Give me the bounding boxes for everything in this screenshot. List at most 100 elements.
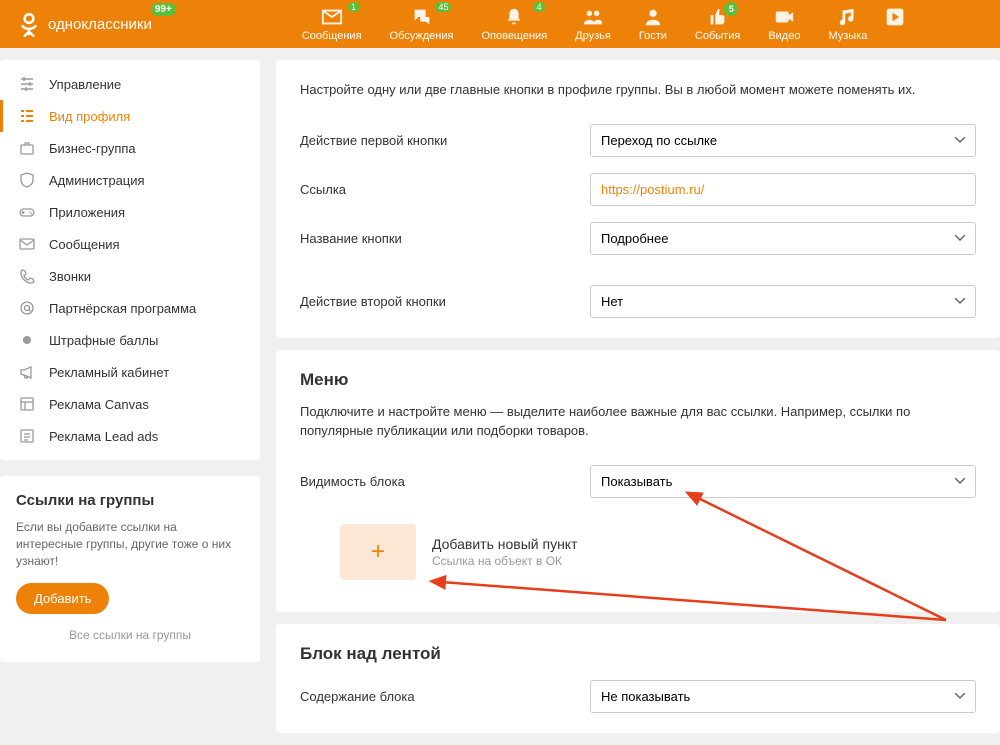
visibility-label: Видимость блока: [300, 474, 590, 489]
chat-icon: [411, 6, 433, 28]
video-icon: [773, 6, 795, 28]
guest-icon: [642, 6, 664, 28]
briefcase-icon: [19, 140, 35, 156]
plus-icon[interactable]: +: [340, 524, 416, 580]
main-container: Управление Вид профиля Бизнес-группа Адм…: [0, 48, 1000, 745]
add-item-title: Добавить новый пункт: [432, 536, 578, 552]
add-link-button[interactable]: Добавить: [16, 583, 109, 614]
nav-video[interactable]: Видео: [768, 6, 800, 42]
add-item-sub: Ссылка на объект в ОК: [432, 554, 578, 568]
sidebar-item-label: Партнёрская программа: [49, 301, 196, 316]
above-feed-panel: Блок над лентой Содержание блока Не пока…: [276, 624, 1000, 733]
sidebar-item-canvas[interactable]: Реклама Canvas: [0, 388, 260, 420]
layout-icon: [19, 396, 35, 412]
sidebar-item-admin[interactable]: Администрация: [0, 164, 260, 196]
sliders-icon: [19, 76, 35, 92]
form-icon: [19, 428, 35, 444]
nav-friends[interactable]: Друзья: [575, 6, 611, 42]
name-select[interactable]: Подробнее: [590, 222, 976, 255]
action2-label: Действие второй кнопки: [300, 294, 590, 309]
name-label: Название кнопки: [300, 231, 590, 246]
dot-icon: [19, 332, 35, 348]
sidebar-item-profile-view[interactable]: Вид профиля: [0, 100, 260, 132]
sidebar-item-label: Бизнес-группа: [49, 141, 136, 156]
sidebar-item-label: Администрация: [49, 173, 145, 188]
action1-select[interactable]: Переход по ссылке: [590, 124, 976, 157]
nav-label: Обсуждения: [390, 30, 454, 42]
sidebar-item-label: Штрафные баллы: [49, 333, 158, 348]
links-title: Ссылки на группы: [16, 492, 244, 509]
nav-badge: 1: [348, 2, 360, 12]
gamepad-icon: [19, 204, 35, 220]
megaphone-icon: [19, 364, 35, 380]
sidebar-item-partner[interactable]: Партнёрская программа: [0, 292, 260, 324]
nav-messages[interactable]: 1 Сообщения: [302, 6, 362, 42]
action2-select[interactable]: Нет: [590, 285, 976, 318]
sidebar-item-calls[interactable]: Звонки: [0, 260, 260, 292]
sidebar-item-apps[interactable]: Приложения: [0, 196, 260, 228]
add-menu-item[interactable]: + Добавить новый пункт Ссылка на объект …: [300, 514, 976, 584]
sidebar-item-label: Звонки: [49, 269, 91, 284]
content-select[interactable]: Не показывать: [590, 680, 976, 713]
sidebar-item-messages[interactable]: Сообщения: [0, 228, 260, 260]
nav-label: События: [695, 30, 740, 42]
settings-sidebar: Управление Вид профиля Бизнес-группа Адм…: [0, 60, 260, 460]
nav-label: Сообщения: [302, 30, 362, 42]
music-icon: [837, 6, 859, 28]
bell-icon: [503, 6, 525, 28]
right-column: Настройте одну или две главные кнопки в …: [276, 60, 1000, 745]
shield-icon: [19, 172, 35, 188]
link-label: Ссылка: [300, 182, 590, 197]
logo-badge: 99+: [151, 3, 176, 16]
phone-icon: [19, 268, 35, 284]
nav-badge: 5: [724, 2, 738, 16]
mail-icon: [19, 236, 35, 252]
nav-music[interactable]: Музыка: [828, 6, 867, 42]
sidebar-item-label: Реклама Canvas: [49, 397, 149, 412]
nav-label: Друзья: [575, 30, 611, 42]
menu-panel: Меню Подключите и настройте меню — выдел…: [276, 350, 1000, 612]
list-icon: [19, 108, 35, 124]
logo[interactable]: одноклассники 99+: [16, 11, 152, 37]
menu-title: Меню: [300, 370, 976, 390]
menu-desc: Подключите и настройте меню — выделите н…: [300, 402, 976, 441]
sidebar-item-label: Рекламный кабинет: [49, 365, 169, 380]
logo-text: одноклассники: [48, 16, 152, 33]
nav-label: Гости: [639, 30, 667, 42]
nav-label: Музыка: [828, 30, 867, 42]
link-input[interactable]: [590, 173, 976, 206]
envelope-icon: [321, 6, 343, 28]
nav-events[interactable]: 5 События: [695, 6, 740, 42]
sidebar-item-business[interactable]: Бизнес-группа: [0, 132, 260, 164]
nav-discussions[interactable]: 45 Обсуждения: [390, 6, 454, 42]
sidebar-item-label: Реклама Lead ads: [49, 429, 158, 444]
nav-notifications[interactable]: 4 Оповещения: [481, 6, 547, 42]
above-feed-title: Блок над лентой: [300, 644, 976, 664]
ok-logo-icon: [16, 11, 42, 37]
nav-label: Видео: [768, 30, 800, 42]
content-label: Содержание блока: [300, 689, 590, 704]
sidebar-item-leadads[interactable]: Реклама Lead ads: [0, 420, 260, 452]
top-header: одноклассники 99+ 1 Сообщения 45 Обсужде…: [0, 0, 1000, 48]
group-links-box: Ссылки на группы Если вы добавите ссылки…: [0, 476, 260, 662]
at-icon: [19, 300, 35, 316]
nav-label: Оповещения: [481, 30, 547, 42]
sidebar-item-label: Управление: [49, 77, 121, 92]
sidebar-item-label: Сообщения: [49, 237, 120, 252]
all-groups-link[interactable]: Все ссылки на группы: [16, 614, 244, 646]
nav-guests[interactable]: Гости: [639, 6, 667, 42]
sidebar-item-ads-cabinet[interactable]: Рекламный кабинет: [0, 356, 260, 388]
buttons-panel: Настройте одну или две главные кнопки в …: [276, 60, 1000, 338]
friends-icon: [582, 6, 604, 28]
nav-items: 1 Сообщения 45 Обсуждения 4 Оповещения Д…: [302, 6, 906, 42]
visibility-select[interactable]: Показывать: [590, 465, 976, 498]
sidebar-item-label: Приложения: [49, 205, 125, 220]
sidebar-item-penalties[interactable]: Штрафные баллы: [0, 324, 260, 356]
links-desc: Если вы добавите ссылки на интересные гр…: [16, 519, 244, 569]
nav-play[interactable]: [885, 6, 905, 42]
sidebar-item-label: Вид профиля: [49, 109, 130, 124]
sidebar-item-management[interactable]: Управление: [0, 68, 260, 100]
nav-badge: 4: [533, 2, 545, 12]
nav-badge: 45: [435, 2, 451, 12]
buttons-desc: Настройте одну или две главные кнопки в …: [300, 80, 976, 100]
